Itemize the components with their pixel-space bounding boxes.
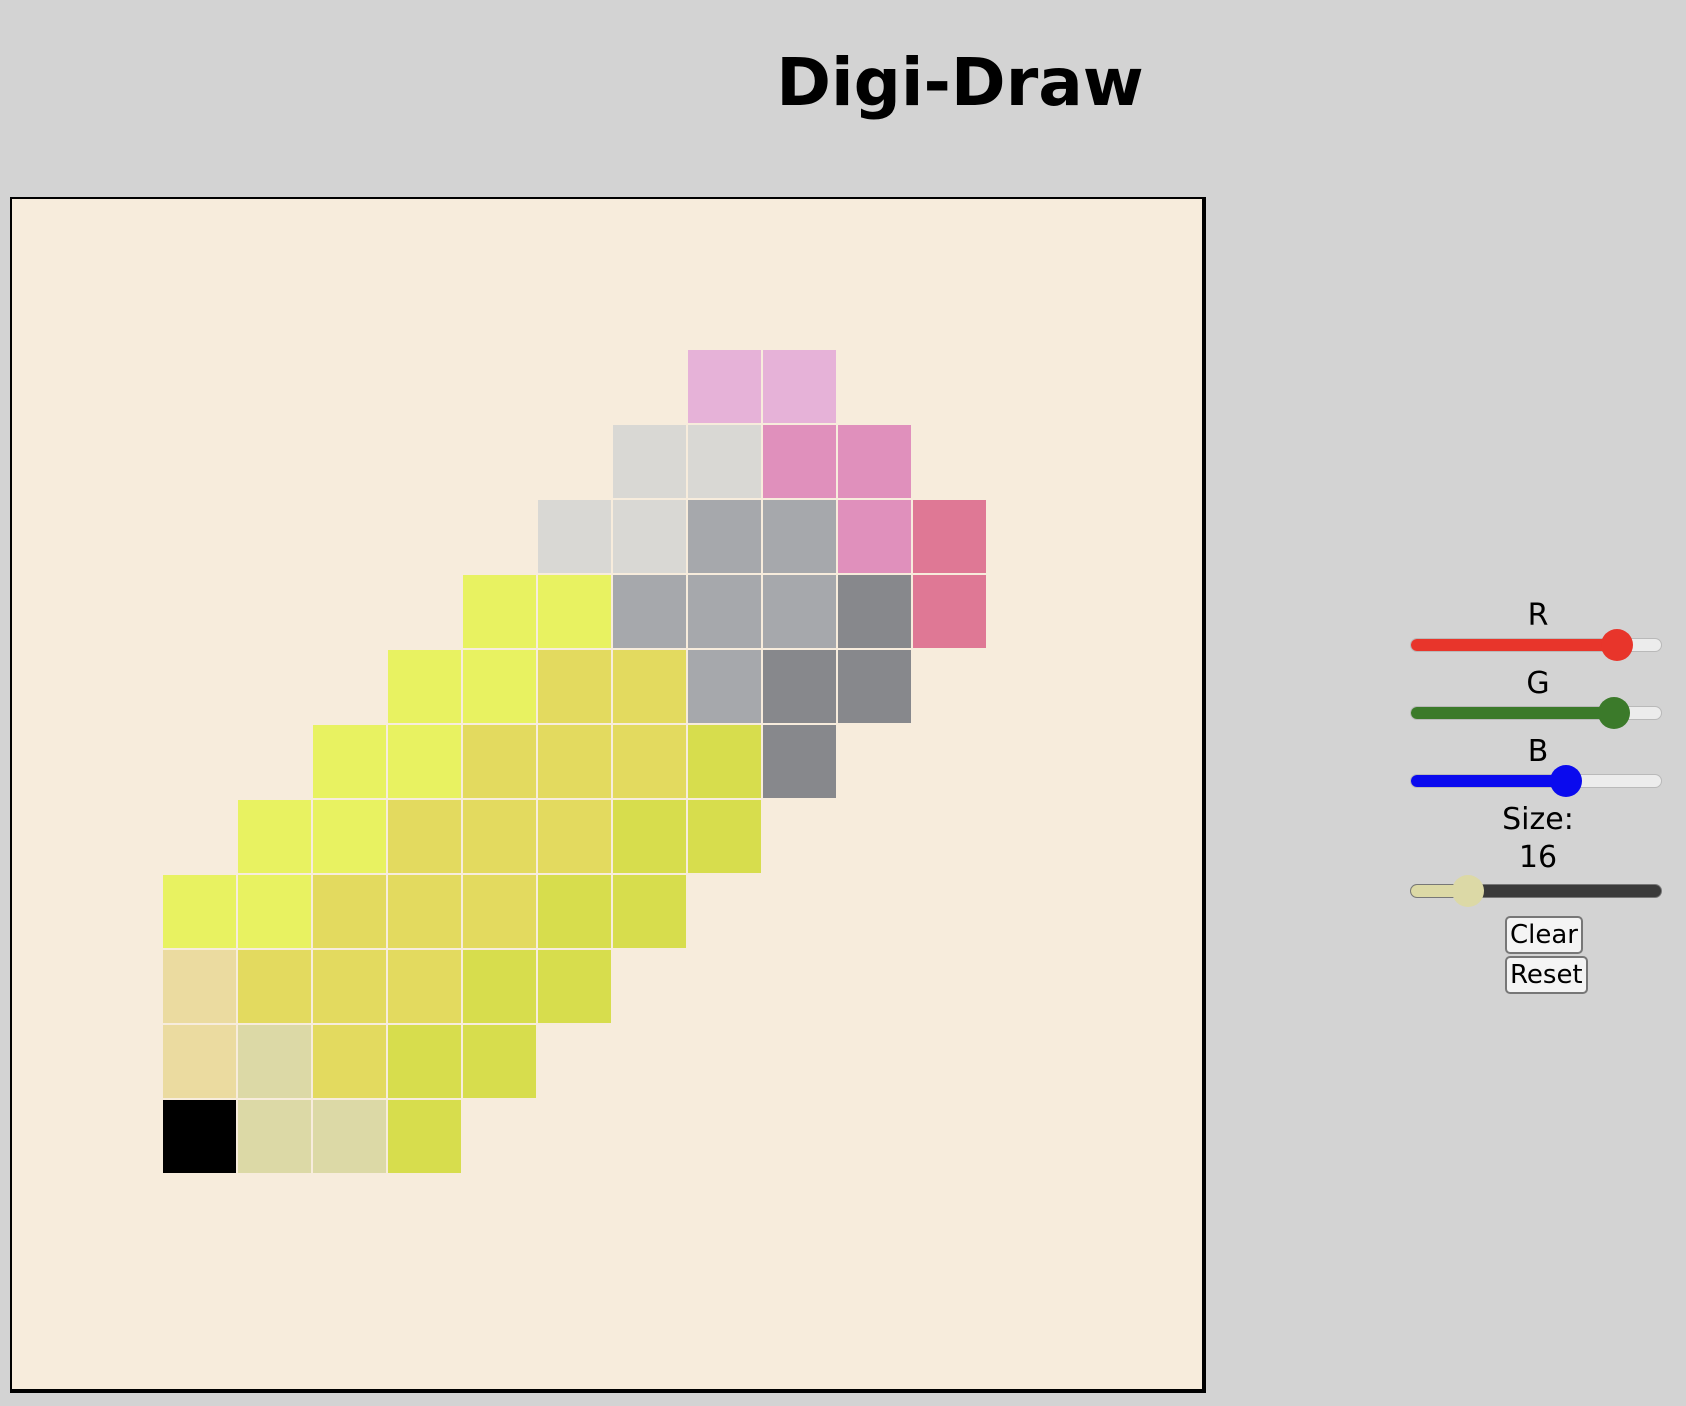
pixel-cell[interactable] — [313, 1100, 386, 1173]
green-slider[interactable] — [1408, 697, 1664, 729]
pixel-cell[interactable] — [163, 1100, 236, 1173]
pixel-cell[interactable] — [688, 425, 761, 498]
pixel-cell[interactable] — [463, 1025, 536, 1098]
pixel-cell[interactable] — [538, 575, 611, 648]
green-slider-label: G — [1526, 666, 1550, 701]
blue-slider[interactable] — [1408, 765, 1664, 797]
pixel-cell[interactable] — [763, 350, 836, 423]
size-slider-track[interactable] — [1410, 884, 1662, 898]
pixel-cell[interactable] — [688, 800, 761, 873]
green-slider-fill — [1411, 707, 1615, 719]
pixel-grid[interactable] — [12, 199, 1202, 1389]
pixel-cell[interactable] — [238, 800, 311, 873]
pixel-cell[interactable] — [388, 875, 461, 948]
pixel-cell[interactable] — [538, 950, 611, 1023]
size-slider-thumb[interactable] — [1452, 875, 1484, 907]
color-controls-panel: R G B Size: 16 Clear Reset — [1408, 598, 1668, 994]
red-slider-label: R — [1527, 598, 1549, 633]
pixel-cell[interactable] — [688, 500, 761, 573]
pixel-cell[interactable] — [238, 1100, 311, 1173]
pixel-cell[interactable] — [688, 575, 761, 648]
pixel-cell[interactable] — [163, 950, 236, 1023]
pixel-cell[interactable] — [388, 650, 461, 723]
app-title: Digi-Draw — [776, 44, 1144, 121]
drawing-canvas[interactable] — [10, 197, 1206, 1393]
pixel-cell[interactable] — [538, 650, 611, 723]
pixel-cell[interactable] — [613, 875, 686, 948]
pixel-cell[interactable] — [238, 875, 311, 948]
pixel-cell[interactable] — [688, 650, 761, 723]
pixel-cell[interactable] — [463, 575, 536, 648]
pixel-cell[interactable] — [163, 875, 236, 948]
pixel-cell[interactable] — [313, 725, 386, 798]
pixel-cell[interactable] — [913, 575, 986, 648]
pixel-cell[interactable] — [463, 875, 536, 948]
blue-slider-thumb[interactable] — [1550, 765, 1582, 797]
pixel-cell[interactable] — [538, 500, 611, 573]
pixel-cell[interactable] — [838, 650, 911, 723]
pixel-cell[interactable] — [538, 875, 611, 948]
pixel-cell[interactable] — [763, 650, 836, 723]
pixel-cell[interactable] — [463, 950, 536, 1023]
pixel-cell[interactable] — [613, 800, 686, 873]
blue-slider-fill — [1411, 775, 1567, 787]
pixel-cell[interactable] — [613, 650, 686, 723]
pixel-cell[interactable] — [388, 1100, 461, 1173]
pixel-cell[interactable] — [613, 575, 686, 648]
pixel-cell[interactable] — [463, 650, 536, 723]
pixel-cell[interactable] — [838, 500, 911, 573]
pixel-cell[interactable] — [313, 875, 386, 948]
pixel-cell[interactable] — [163, 1025, 236, 1098]
pixel-cell[interactable] — [313, 950, 386, 1023]
pixel-cell[interactable] — [838, 425, 911, 498]
pixel-cell[interactable] — [238, 950, 311, 1023]
pixel-cell[interactable] — [913, 500, 986, 573]
size-value: 16 — [1518, 840, 1558, 875]
red-slider[interactable] — [1408, 629, 1664, 661]
pixel-cell[interactable] — [763, 425, 836, 498]
size-slider[interactable] — [1408, 875, 1664, 907]
pixel-cell[interactable] — [463, 725, 536, 798]
pixel-cell[interactable] — [463, 800, 536, 873]
pixel-cell[interactable] — [613, 500, 686, 573]
pixel-cell[interactable] — [313, 800, 386, 873]
pixel-cell[interactable] — [538, 800, 611, 873]
reset-button[interactable]: Reset — [1505, 956, 1588, 994]
pixel-cell[interactable] — [388, 725, 461, 798]
green-slider-thumb[interactable] — [1598, 697, 1630, 729]
red-slider-thumb[interactable] — [1601, 629, 1633, 661]
red-slider-fill — [1411, 639, 1618, 651]
blue-slider-track[interactable] — [1410, 774, 1662, 788]
pixel-cell[interactable] — [313, 1025, 386, 1098]
clear-button[interactable]: Clear — [1505, 916, 1583, 954]
pixel-cell[interactable] — [538, 725, 611, 798]
pixel-cell[interactable] — [763, 725, 836, 798]
pixel-cell[interactable] — [688, 725, 761, 798]
size-label: Size: — [1502, 802, 1574, 837]
pixel-cell[interactable] — [388, 800, 461, 873]
pixel-cell[interactable] — [763, 575, 836, 648]
pixel-cell[interactable] — [838, 575, 911, 648]
pixel-cell[interactable] — [238, 1025, 311, 1098]
pixel-cell[interactable] — [613, 425, 686, 498]
blue-slider-label: B — [1527, 734, 1549, 769]
pixel-cell[interactable] — [763, 500, 836, 573]
pixel-cell[interactable] — [688, 350, 761, 423]
pixel-cell[interactable] — [388, 950, 461, 1023]
pixel-cell[interactable] — [388, 1025, 461, 1098]
pixel-cell[interactable] — [613, 725, 686, 798]
